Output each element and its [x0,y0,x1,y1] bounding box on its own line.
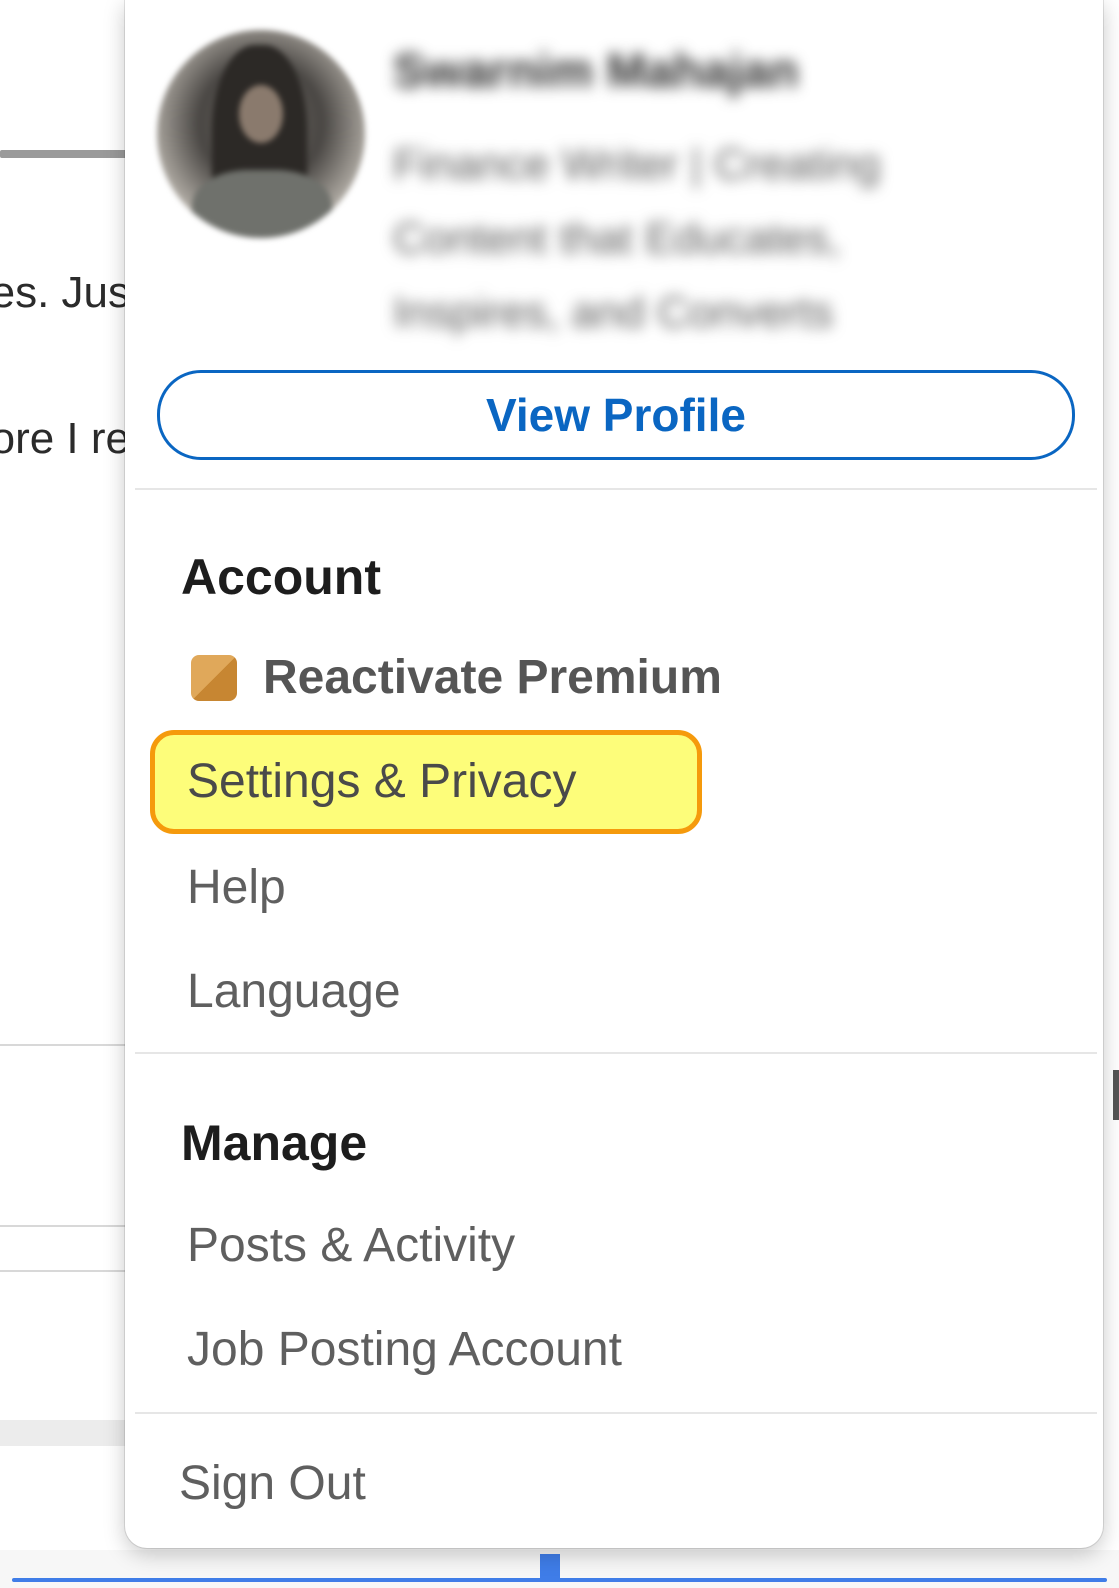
account-section-title: Account [181,549,381,605]
manage-section-title: Manage [181,1115,368,1171]
avatar-face [239,85,283,143]
menu-divider [135,488,1097,490]
reactivate-premium-link[interactable]: Reactivate Premium [191,650,722,705]
background-post-text: ore I re [0,414,130,463]
account-dropdown-menu: Swarnim Mahajan Finance Writer | Creatin… [125,0,1103,1548]
premium-badge-icon [191,654,237,701]
background-divider [0,1044,135,1046]
avatar[interactable] [157,30,365,238]
help-link[interactable]: Help [187,860,286,915]
profile-summary[interactable]: Swarnim Mahajan Finance Writer | Creatin… [125,0,1103,350]
reactivate-premium-label: Reactivate Premium [263,651,722,704]
language-link[interactable]: Language [187,964,401,1019]
menu-divider [135,1412,1097,1414]
background-marker [540,1554,560,1580]
background-band [0,1420,135,1446]
background-divider [0,150,135,158]
profile-headline: Finance Writer | Creating Content that E… [393,140,881,337]
avatar-coat [192,170,332,238]
page: es. Jus ore I re Swarnim Mahajan Finance… [0,0,1119,1588]
background-divider [0,1270,135,1272]
menu-divider [135,1052,1097,1054]
view-profile-button[interactable]: View Profile [157,370,1075,460]
profile-name: Swarnim Mahajan [393,45,799,98]
posts-activity-link[interactable]: Posts & Activity [187,1218,515,1273]
job-posting-account-link[interactable]: Job Posting Account [187,1322,622,1377]
background-post-text: es. Jus [0,268,130,317]
settings-privacy-link[interactable]: Settings & Privacy [187,754,576,809]
background-divider [0,1225,135,1227]
background-scroll-edge [1113,1070,1119,1120]
sign-out-link[interactable]: Sign Out [179,1456,366,1511]
